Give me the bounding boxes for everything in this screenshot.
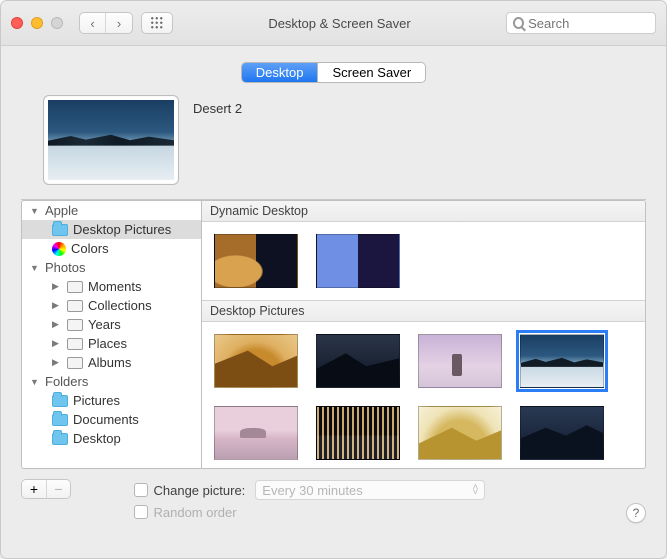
- disclosure-triangle-icon[interactable]: [52, 319, 62, 330]
- wallpaper-thumb[interactable]: [418, 406, 502, 460]
- search-icon: [513, 17, 524, 29]
- search-field[interactable]: [506, 12, 656, 34]
- wallpaper-thumb[interactable]: [418, 334, 502, 388]
- disclosure-triangle-icon[interactable]: [52, 281, 62, 292]
- search-input[interactable]: [528, 16, 649, 31]
- window-controls: [11, 17, 63, 29]
- wallpaper-thumb[interactable]: [316, 406, 400, 460]
- zoom-icon: [51, 17, 63, 29]
- disclosure-triangle-icon[interactable]: [30, 377, 40, 387]
- sidebar-item-albums[interactable]: Albums: [22, 353, 201, 372]
- wallpaper-gallery[interactable]: Dynamic Desktop Desktop Pictures: [201, 200, 646, 469]
- random-order-checkbox: [134, 505, 148, 519]
- sidebar-item-label: Documents: [73, 412, 139, 427]
- sidebar-item-label: Places: [88, 336, 127, 351]
- sidebar-item-collections[interactable]: Collections: [22, 296, 201, 315]
- forward-button[interactable]: ›: [106, 13, 132, 33]
- folder-icon: [52, 414, 68, 426]
- help-button[interactable]: ?: [626, 503, 646, 523]
- sidebar-section-folders[interactable]: Folders: [22, 372, 201, 391]
- folder-icon: [52, 433, 68, 445]
- sidebar-item-desktop-pictures[interactable]: Desktop Pictures: [22, 220, 201, 239]
- grid-icon: [150, 16, 164, 30]
- album-icon: [67, 319, 83, 331]
- sidebar-item-label: Albums: [88, 355, 131, 370]
- show-all-button[interactable]: [141, 12, 173, 34]
- preferences-window: ‹ › Desktop & Screen Saver Desktop Scree…: [0, 0, 667, 559]
- sidebar-item-years[interactable]: Years: [22, 315, 201, 334]
- wallpaper-thumb[interactable]: [520, 406, 604, 460]
- sidebar-item-label: Desktop Pictures: [73, 222, 171, 237]
- close-icon[interactable]: [11, 17, 23, 29]
- sidebar-item-label: Colors: [71, 241, 109, 256]
- chevron-right-icon: ›: [117, 16, 121, 31]
- sidebar-item-label: Collections: [88, 298, 152, 313]
- disclosure-triangle-icon[interactable]: [30, 206, 40, 216]
- change-interval-value: Every 30 minutes: [262, 483, 362, 498]
- folder-icon: [52, 395, 68, 407]
- wallpaper-thumb[interactable]: [214, 406, 298, 460]
- album-icon: [67, 357, 83, 369]
- sidebar-item-desktop[interactable]: Desktop: [22, 429, 201, 448]
- minimize-icon[interactable]: [31, 17, 43, 29]
- wallpaper-thumb-selected[interactable]: [520, 334, 604, 388]
- back-button[interactable]: ‹: [80, 13, 106, 33]
- sidebar-item-moments[interactable]: Moments: [22, 277, 201, 296]
- disclosure-triangle-icon[interactable]: [30, 263, 40, 273]
- sidebar-item-label: Years: [88, 317, 121, 332]
- album-icon: [67, 300, 83, 312]
- sidebar-label: Apple: [45, 203, 78, 218]
- wallpaper-thumb[interactable]: [214, 334, 298, 388]
- source-sidebar[interactable]: Apple Desktop Pictures Colors Photos Mom…: [21, 200, 201, 469]
- remove-folder-button: −: [46, 480, 70, 498]
- folder-icon: [52, 224, 68, 236]
- sidebar-label: Photos: [45, 260, 85, 275]
- stepper-icon: ˄˅: [472, 485, 478, 495]
- wallpaper-name: Desert 2: [193, 95, 242, 116]
- disclosure-triangle-icon[interactable]: [52, 338, 62, 349]
- footer: + − Change picture: Every 30 minutes ˄˅ …: [1, 469, 666, 529]
- tab-screen-saver[interactable]: Screen Saver: [317, 63, 425, 82]
- nav-back-forward: ‹ ›: [79, 12, 133, 34]
- add-folder-button[interactable]: +: [22, 480, 46, 498]
- wallpaper-preview: [43, 95, 179, 185]
- random-order-row: Random order: [134, 501, 564, 523]
- sidebar-section-apple[interactable]: Apple: [22, 201, 201, 220]
- wallpaper-thumb[interactable]: [316, 234, 400, 288]
- wallpaper-thumb[interactable]: [214, 234, 298, 288]
- wallpaper-preview-image: [48, 100, 174, 180]
- sidebar-item-label: Desktop: [73, 431, 121, 446]
- color-wheel-icon: [52, 242, 66, 256]
- random-order-label: Random order: [154, 505, 237, 520]
- add-remove-source: + −: [21, 479, 71, 499]
- sidebar-label: Folders: [45, 374, 88, 389]
- disclosure-triangle-icon[interactable]: [52, 357, 62, 368]
- album-icon: [67, 338, 83, 350]
- sidebar-item-colors[interactable]: Colors: [22, 239, 201, 258]
- wallpaper-thumb[interactable]: [316, 334, 400, 388]
- tab-bar: Desktop Screen Saver: [1, 46, 666, 93]
- titlebar: ‹ › Desktop & Screen Saver: [1, 1, 666, 46]
- gallery-section-desktop-pictures: Desktop Pictures: [202, 300, 645, 322]
- sidebar-item-label: Pictures: [73, 393, 120, 408]
- change-picture-label: Change picture:: [154, 483, 246, 498]
- change-picture-row: Change picture: Every 30 minutes ˄˅: [134, 479, 564, 501]
- gallery-section-dynamic: Dynamic Desktop: [202, 201, 645, 222]
- change-picture-checkbox[interactable]: [134, 483, 148, 497]
- sidebar-item-documents[interactable]: Documents: [22, 410, 201, 429]
- disclosure-triangle-icon[interactable]: [52, 300, 62, 311]
- current-wallpaper: Desert 2: [1, 93, 666, 199]
- tab-desktop[interactable]: Desktop: [242, 63, 318, 82]
- chevron-left-icon: ‹: [90, 16, 94, 31]
- album-icon: [67, 281, 83, 293]
- sidebar-item-pictures[interactable]: Pictures: [22, 391, 201, 410]
- sidebar-item-label: Moments: [88, 279, 141, 294]
- window-title: Desktop & Screen Saver: [181, 16, 498, 31]
- change-interval-select: Every 30 minutes ˄˅: [255, 480, 485, 500]
- sidebar-section-photos[interactable]: Photos: [22, 258, 201, 277]
- browser: Apple Desktop Pictures Colors Photos Mom…: [21, 199, 646, 469]
- sidebar-item-places[interactable]: Places: [22, 334, 201, 353]
